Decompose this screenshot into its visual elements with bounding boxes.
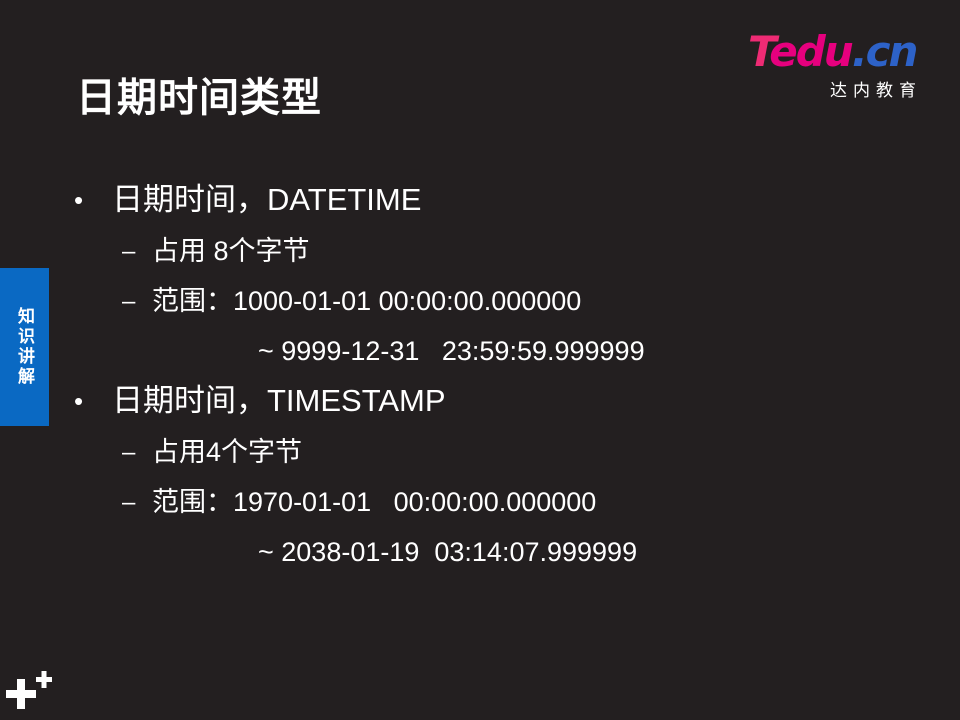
slide-title: 日期时间类型 — [76, 76, 322, 120]
logo-t: T — [748, 27, 771, 76]
logo-edu: edu — [769, 27, 853, 76]
list-item: 占用4个字节 — [152, 437, 303, 467]
side-tab-label: 知识讲解 — [15, 307, 34, 387]
tedu-logo: Tedu.cn 达内教育 — [748, 28, 928, 101]
list-item: 占用 8个字节 — [152, 236, 310, 266]
dash-icon: – — [122, 439, 136, 466]
side-tab: 知识讲解 — [0, 268, 49, 426]
bullet-icon: • — [74, 386, 84, 416]
section-heading: 日期时间，TIMESTAMP — [112, 383, 446, 418]
dash-icon: – — [122, 288, 136, 315]
logo-subtitle: 达内教育 — [830, 81, 922, 100]
section-heading: 日期时间，DATETIME — [112, 182, 422, 217]
list-item: 范围：1970-01-01 00:00:00.000000 — [152, 487, 597, 517]
bullet-icon: • — [74, 185, 84, 215]
list-item: 范围：1000-01-01 00:00:00.000000 — [152, 286, 582, 316]
dash-icon: – — [122, 489, 136, 516]
plus-decoration-icon — [6, 671, 52, 709]
dash-icon: – — [122, 238, 136, 265]
list-item-continuation: ~ 2038-01-19 03:14:07.999999 — [258, 537, 638, 567]
logo-wordmark: Tedu.cn — [748, 28, 928, 76]
list-item-continuation: ~ 9999-12-31 23:59:59.999999 — [258, 336, 645, 366]
logo-cn: .cn — [851, 27, 919, 76]
